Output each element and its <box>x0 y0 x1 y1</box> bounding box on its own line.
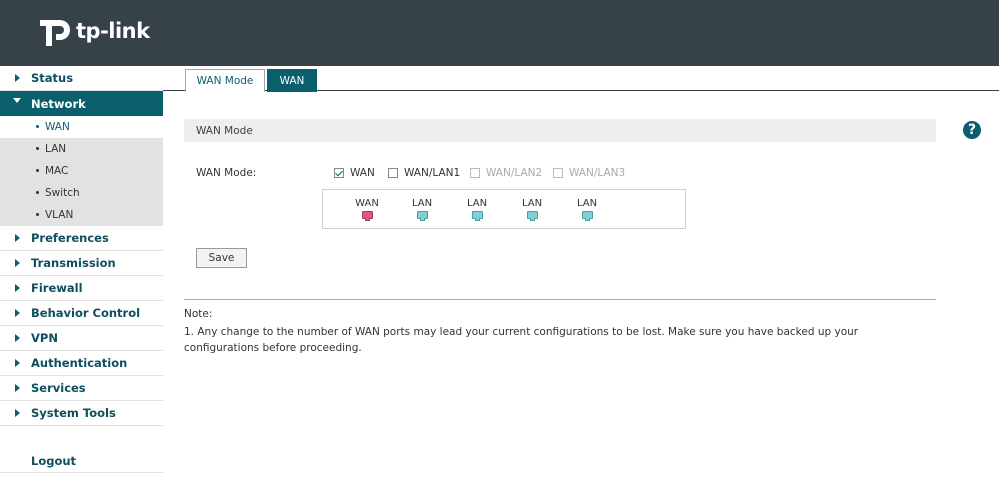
checkbox-disabled-icon <box>470 168 480 178</box>
tab-wan-mode[interactable]: WAN Mode <box>185 69 265 92</box>
caret-right-icon <box>15 74 20 82</box>
wan-mode-checkbox-wan-lan1[interactable]: WAN/LAN1 <box>388 167 460 179</box>
ethernet-port-icon <box>581 211 593 221</box>
sidebar-item-behavior-control[interactable]: Behavior Control <box>0 301 163 326</box>
section-title: WAN Mode <box>196 124 253 137</box>
checkbox-label: WAN/LAN1 <box>404 167 461 179</box>
save-button[interactable]: Save <box>196 248 247 268</box>
wan-mode-checkbox-wan-lan2: WAN/LAN2 <box>470 167 542 179</box>
header: tp-link <box>0 0 999 66</box>
logo: tp-link <box>38 14 150 48</box>
ethernet-port-icon <box>361 211 373 221</box>
caret-right-icon <box>15 359 20 367</box>
sidebar-item-authentication[interactable]: Authentication <box>0 351 163 376</box>
tab-bar: WAN Mode WAN <box>163 66 999 92</box>
tab-wan[interactable]: WAN <box>267 69 317 92</box>
bullet-icon <box>36 147 39 150</box>
sidebar-item-label: Behavior Control <box>31 306 141 320</box>
port-lan: LAN <box>457 198 497 221</box>
network-submenu: WAN LAN MAC Switch VLAN <box>0 116 163 226</box>
caret-right-icon <box>15 284 20 292</box>
checkbox-label: WAN/LAN2 <box>486 167 543 179</box>
sidebar-item-network[interactable]: Network <box>0 91 163 116</box>
checkbox-disabled-icon <box>553 168 563 178</box>
port-label: LAN <box>466 198 488 209</box>
sidebar-subitem-lan[interactable]: LAN <box>0 138 163 160</box>
bullet-icon <box>36 125 39 128</box>
note-title: Note: <box>184 308 213 320</box>
sidebar-subitem-mac[interactable]: MAC <box>0 160 163 182</box>
main-content: WAN Mode WAN WAN Mode ? WAN Mode: WAN WA… <box>163 66 999 485</box>
sidebar-subitem-label: LAN <box>45 143 67 155</box>
sidebar-item-services[interactable]: Services <box>0 376 163 401</box>
divider <box>184 299 936 300</box>
caret-right-icon <box>15 259 20 267</box>
checkbox-label: WAN/LAN3 <box>569 167 626 179</box>
bullet-icon <box>36 213 39 216</box>
caret-down-icon <box>13 98 21 103</box>
sidebar-item-firewall[interactable]: Firewall <box>0 276 163 301</box>
wan-mode-label: WAN Mode: <box>196 167 257 179</box>
caret-right-icon <box>15 334 20 342</box>
caret-right-icon <box>15 409 20 417</box>
ethernet-port-icon <box>471 211 483 221</box>
caret-right-icon <box>15 234 20 242</box>
sidebar-item-system-tools[interactable]: System Tools <box>0 401 163 426</box>
sidebar-item-label: Firewall <box>31 281 83 295</box>
sidebar-item-status[interactable]: Status <box>0 66 163 91</box>
caret-right-icon <box>15 384 20 392</box>
help-icon[interactable]: ? <box>963 121 981 139</box>
sidebar-subitem-label: VLAN <box>45 209 74 221</box>
sidebar-item-label: Status <box>31 71 74 85</box>
sidebar-item-label: System Tools <box>31 406 116 420</box>
sidebar-item-label: VPN <box>31 331 58 345</box>
sidebar-item-transmission[interactable]: Transmission <box>0 251 163 276</box>
sidebar: Status Network WAN LAN MAC Switch VLAN P… <box>0 66 163 485</box>
checkbox-checked-icon[interactable] <box>334 168 344 178</box>
section-header: WAN Mode <box>184 119 936 142</box>
tp-link-logo-icon <box>40 20 70 46</box>
note-text: 1. Any change to the number of WAN ports… <box>184 326 859 354</box>
sidebar-item-vpn[interactable]: VPN <box>0 326 163 351</box>
checkbox-icon[interactable] <box>388 168 398 178</box>
sidebar-item-label: Transmission <box>31 256 116 270</box>
wan-mode-checkbox-wan-lan3: WAN/LAN3 <box>553 167 625 179</box>
bullet-icon <box>36 169 39 172</box>
wan-mode-checkbox-wan[interactable]: WAN <box>334 167 375 179</box>
port-label: WAN <box>355 198 379 209</box>
sidebar-subitem-label: Switch <box>45 187 80 199</box>
bullet-icon <box>36 191 39 194</box>
port-diagram: WAN LAN LAN LAN LAN <box>322 189 686 229</box>
port-lan: LAN <box>512 198 552 221</box>
logout-label: Logout <box>31 453 77 468</box>
port-label: LAN <box>576 198 598 209</box>
brand-name: tp-link <box>76 19 150 43</box>
port-wan: WAN <box>347 198 387 221</box>
ethernet-port-icon <box>526 211 538 221</box>
checkbox-label: WAN <box>350 167 375 179</box>
sidebar-subitem-wan[interactable]: WAN <box>0 116 163 138</box>
port-lan: LAN <box>402 198 442 221</box>
sidebar-item-label: Services <box>31 381 86 395</box>
sidebar-subitem-vlan[interactable]: VLAN <box>0 204 163 226</box>
port-lan: LAN <box>567 198 607 221</box>
logout-button[interactable]: Logout <box>0 449 163 473</box>
sidebar-item-label: Preferences <box>31 231 109 245</box>
sidebar-item-label: Network <box>31 96 86 111</box>
port-label: LAN <box>521 198 543 209</box>
sidebar-subitem-label: WAN <box>45 121 70 133</box>
sidebar-item-label: Authentication <box>31 356 128 370</box>
sidebar-subitem-switch[interactable]: Switch <box>0 182 163 204</box>
sidebar-item-preferences[interactable]: Preferences <box>0 226 163 251</box>
sidebar-subitem-label: MAC <box>45 165 69 177</box>
caret-right-icon <box>15 309 20 317</box>
port-label: LAN <box>411 198 433 209</box>
ethernet-port-icon <box>416 211 428 221</box>
